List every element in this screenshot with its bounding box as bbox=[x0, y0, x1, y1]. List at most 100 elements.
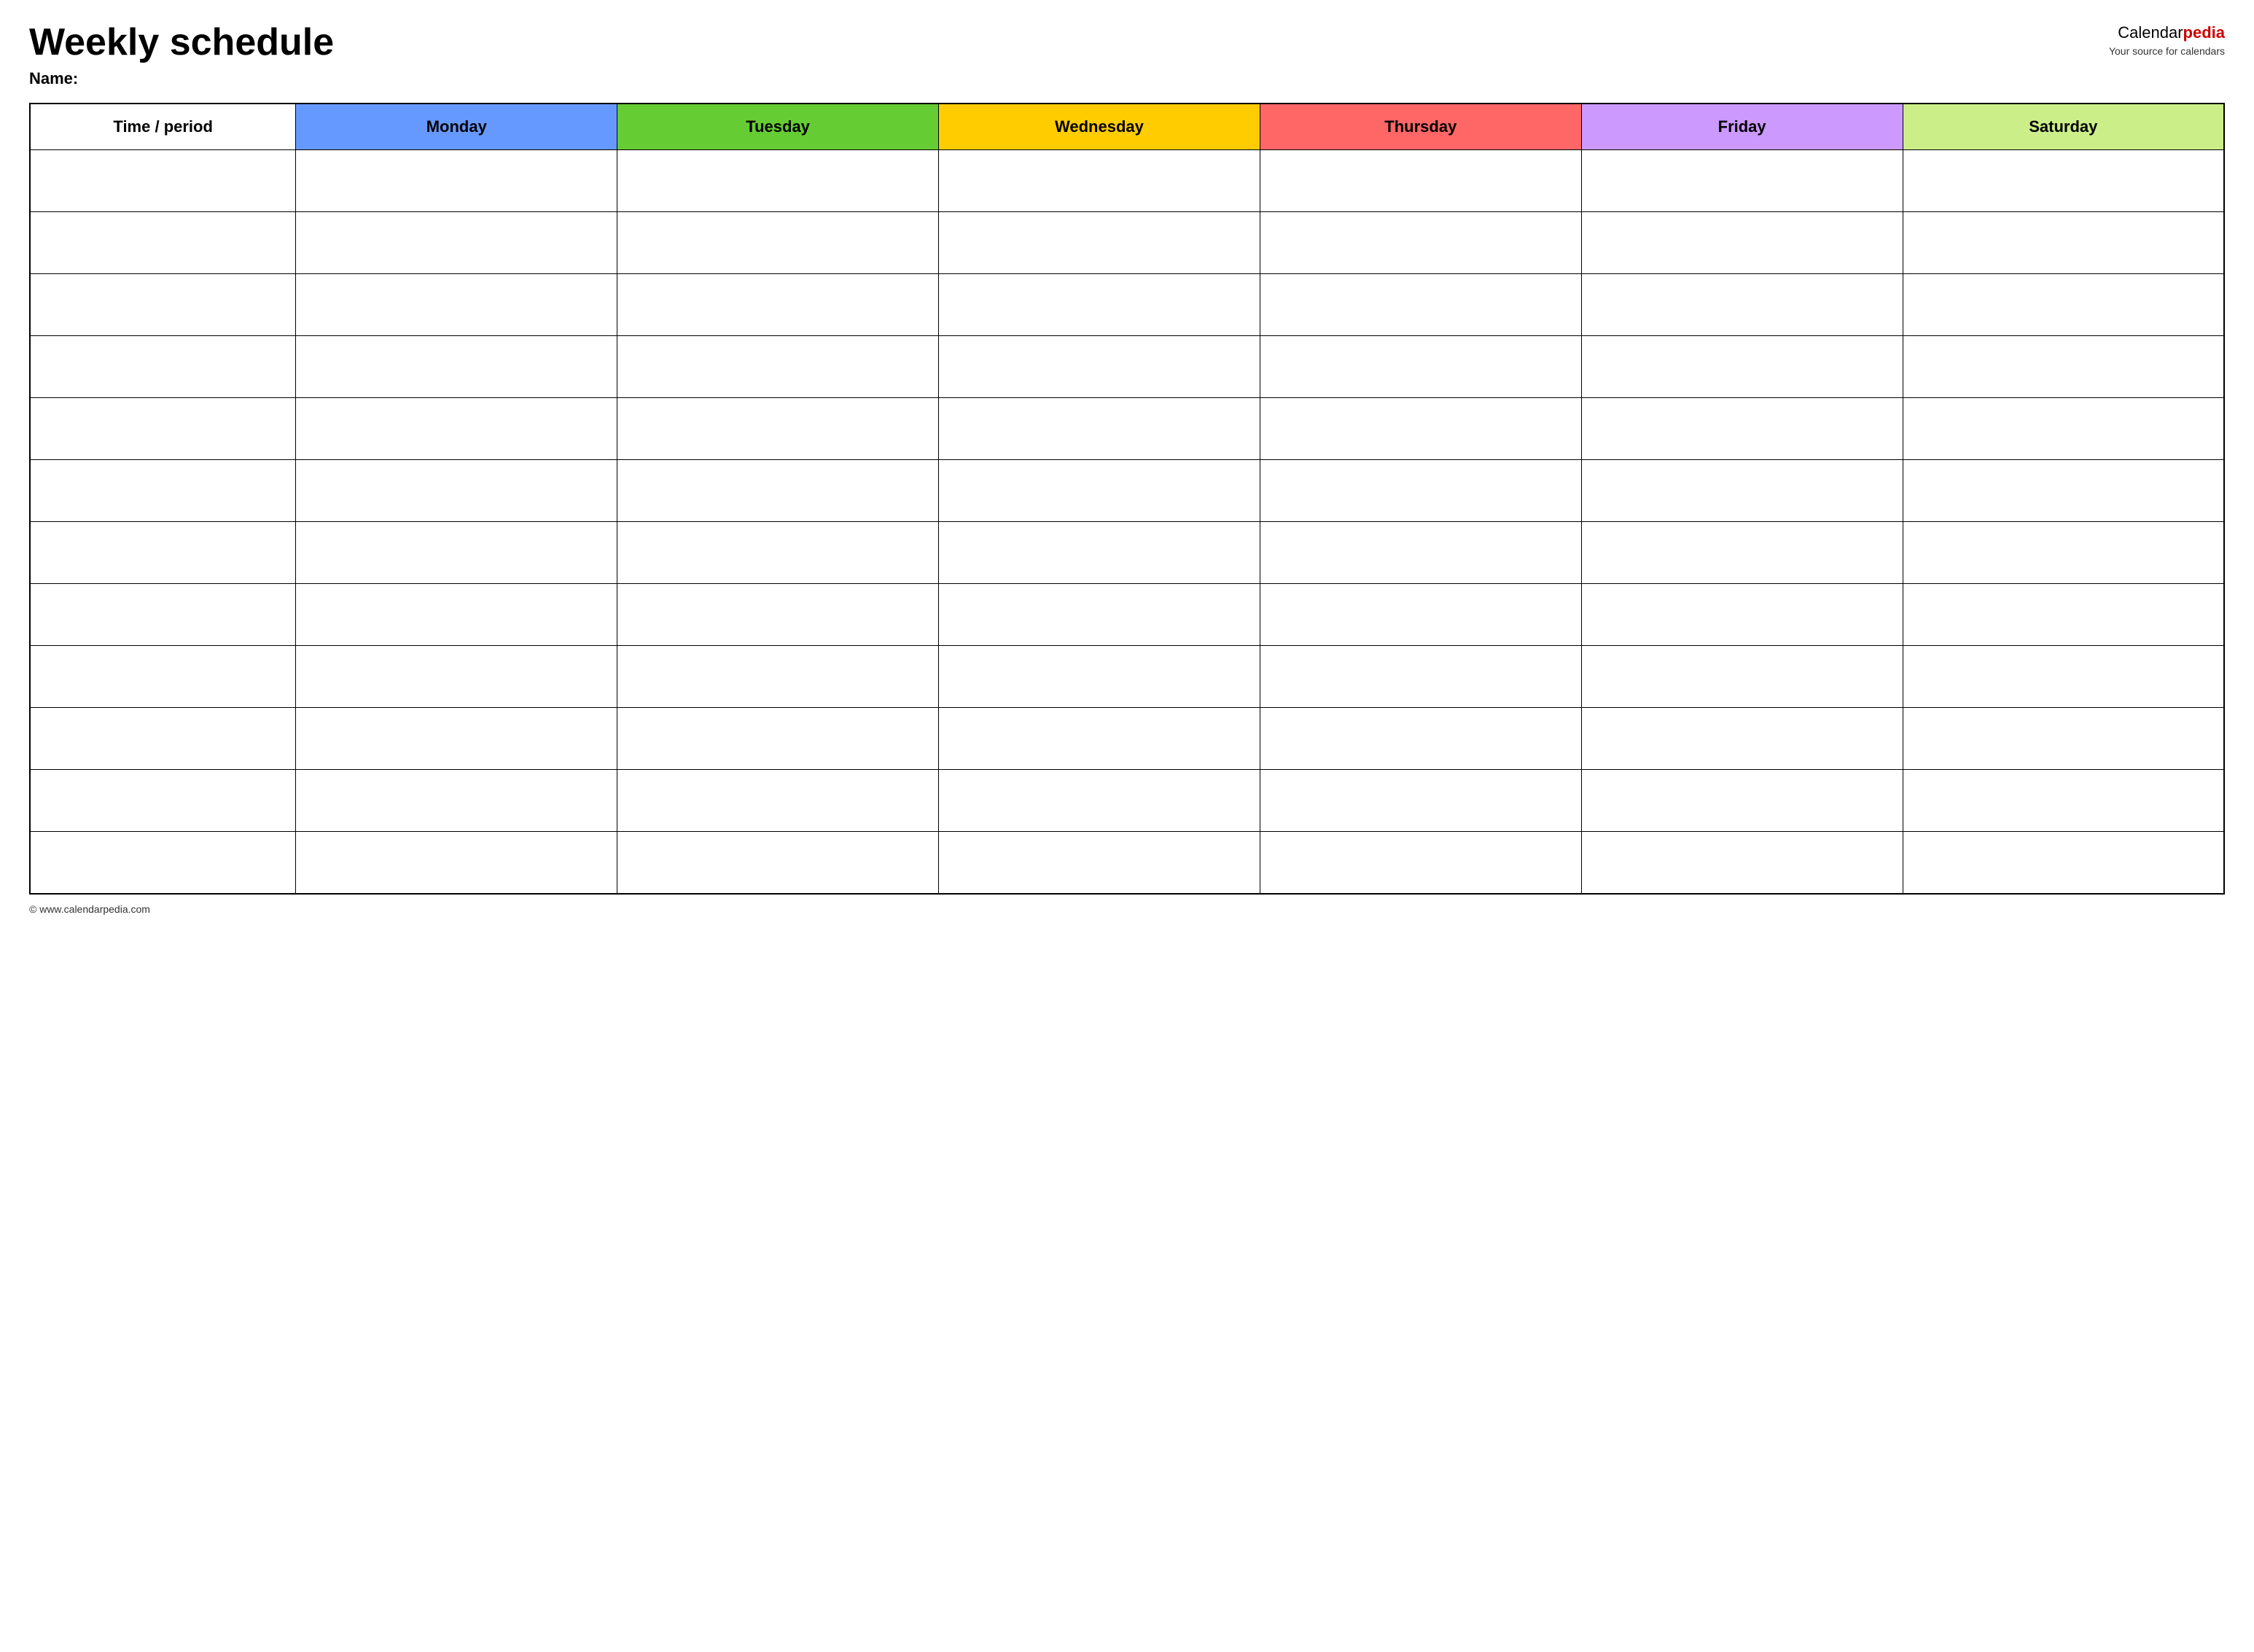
table-cell[interactable] bbox=[1903, 770, 2224, 832]
table-cell[interactable] bbox=[296, 398, 617, 460]
header-row: Time / period Monday Tuesday Wednesday T… bbox=[30, 104, 2224, 150]
table-cell[interactable] bbox=[296, 770, 617, 832]
table-cell[interactable] bbox=[617, 770, 939, 832]
table-cell[interactable] bbox=[296, 150, 617, 212]
table-cell[interactable] bbox=[1581, 646, 1903, 708]
table-cell[interactable] bbox=[939, 832, 1260, 894]
table-cell[interactable] bbox=[1260, 522, 1581, 584]
col-monday: Monday bbox=[296, 104, 617, 150]
schedule-body bbox=[30, 150, 2224, 894]
table-cell[interactable] bbox=[617, 646, 939, 708]
table-row bbox=[30, 770, 2224, 832]
table-cell[interactable] bbox=[617, 274, 939, 336]
table-cell[interactable] bbox=[1260, 460, 1581, 522]
table-cell[interactable] bbox=[939, 150, 1260, 212]
table-cell[interactable] bbox=[939, 646, 1260, 708]
table-cell[interactable] bbox=[939, 770, 1260, 832]
table-cell[interactable] bbox=[296, 460, 617, 522]
table-cell[interactable] bbox=[1581, 770, 1903, 832]
table-cell[interactable] bbox=[617, 832, 939, 894]
table-cell[interactable] bbox=[1903, 522, 2224, 584]
table-cell[interactable] bbox=[939, 274, 1260, 336]
table-cell[interactable] bbox=[1903, 274, 2224, 336]
table-cell[interactable] bbox=[1581, 336, 1903, 398]
table-cell[interactable] bbox=[1903, 708, 2224, 770]
table-cell[interactable] bbox=[617, 336, 939, 398]
table-cell[interactable] bbox=[30, 832, 296, 894]
table-cell[interactable] bbox=[296, 584, 617, 646]
table-cell[interactable] bbox=[1260, 274, 1581, 336]
table-row bbox=[30, 212, 2224, 274]
table-cell[interactable] bbox=[1903, 336, 2224, 398]
col-friday: Friday bbox=[1581, 104, 1903, 150]
table-cell[interactable] bbox=[30, 398, 296, 460]
table-cell[interactable] bbox=[939, 584, 1260, 646]
table-cell[interactable] bbox=[30, 460, 296, 522]
table-cell[interactable] bbox=[296, 832, 617, 894]
table-cell[interactable] bbox=[617, 212, 939, 274]
table-cell[interactable] bbox=[1260, 212, 1581, 274]
table-row bbox=[30, 398, 2224, 460]
table-cell[interactable] bbox=[1581, 150, 1903, 212]
table-row bbox=[30, 646, 2224, 708]
table-cell[interactable] bbox=[296, 274, 617, 336]
table-cell[interactable] bbox=[30, 336, 296, 398]
table-cell[interactable] bbox=[939, 522, 1260, 584]
table-cell[interactable] bbox=[1260, 150, 1581, 212]
table-cell[interactable] bbox=[30, 522, 296, 584]
table-cell[interactable] bbox=[617, 460, 939, 522]
table-cell[interactable] bbox=[1260, 584, 1581, 646]
col-thursday: Thursday bbox=[1260, 104, 1581, 150]
table-cell[interactable] bbox=[1903, 212, 2224, 274]
table-cell[interactable] bbox=[1260, 832, 1581, 894]
table-cell[interactable] bbox=[30, 584, 296, 646]
table-cell[interactable] bbox=[617, 150, 939, 212]
table-cell[interactable] bbox=[1260, 336, 1581, 398]
table-row bbox=[30, 274, 2224, 336]
table-cell[interactable] bbox=[30, 770, 296, 832]
table-cell[interactable] bbox=[1581, 460, 1903, 522]
table-cell[interactable] bbox=[1260, 770, 1581, 832]
table-cell[interactable] bbox=[1260, 708, 1581, 770]
table-cell[interactable] bbox=[1581, 708, 1903, 770]
table-cell[interactable] bbox=[939, 460, 1260, 522]
table-cell[interactable] bbox=[1903, 584, 2224, 646]
table-cell[interactable] bbox=[1260, 646, 1581, 708]
table-cell[interactable] bbox=[30, 646, 296, 708]
table-cell[interactable] bbox=[617, 584, 939, 646]
table-cell[interactable] bbox=[1903, 832, 2224, 894]
table-cell[interactable] bbox=[30, 274, 296, 336]
logo-calendar-text: Calendar bbox=[2118, 23, 2183, 42]
table-cell[interactable] bbox=[1581, 832, 1903, 894]
table-cell[interactable] bbox=[30, 212, 296, 274]
col-wednesday: Wednesday bbox=[939, 104, 1260, 150]
table-cell[interactable] bbox=[617, 398, 939, 460]
table-cell[interactable] bbox=[1581, 212, 1903, 274]
table-cell[interactable] bbox=[296, 708, 617, 770]
table-cell[interactable] bbox=[296, 646, 617, 708]
table-cell[interactable] bbox=[1581, 522, 1903, 584]
table-cell[interactable] bbox=[1581, 584, 1903, 646]
table-cell[interactable] bbox=[296, 212, 617, 274]
logo-subtitle: Your source for calendars bbox=[2109, 44, 2225, 59]
table-cell[interactable] bbox=[1581, 274, 1903, 336]
table-cell[interactable] bbox=[296, 336, 617, 398]
table-cell[interactable] bbox=[1903, 150, 2224, 212]
table-row bbox=[30, 336, 2224, 398]
table-cell[interactable] bbox=[1581, 398, 1903, 460]
logo-brand: Calendarpedia bbox=[2109, 22, 2225, 44]
table-header: Time / period Monday Tuesday Wednesday T… bbox=[30, 104, 2224, 150]
table-cell[interactable] bbox=[30, 150, 296, 212]
table-cell[interactable] bbox=[617, 708, 939, 770]
table-cell[interactable] bbox=[1903, 398, 2224, 460]
table-cell[interactable] bbox=[296, 522, 617, 584]
table-cell[interactable] bbox=[1903, 646, 2224, 708]
table-cell[interactable] bbox=[30, 708, 296, 770]
table-cell[interactable] bbox=[939, 212, 1260, 274]
table-cell[interactable] bbox=[617, 522, 939, 584]
table-cell[interactable] bbox=[939, 398, 1260, 460]
table-cell[interactable] bbox=[939, 336, 1260, 398]
table-cell[interactable] bbox=[1903, 460, 2224, 522]
table-cell[interactable] bbox=[1260, 398, 1581, 460]
table-cell[interactable] bbox=[939, 708, 1260, 770]
